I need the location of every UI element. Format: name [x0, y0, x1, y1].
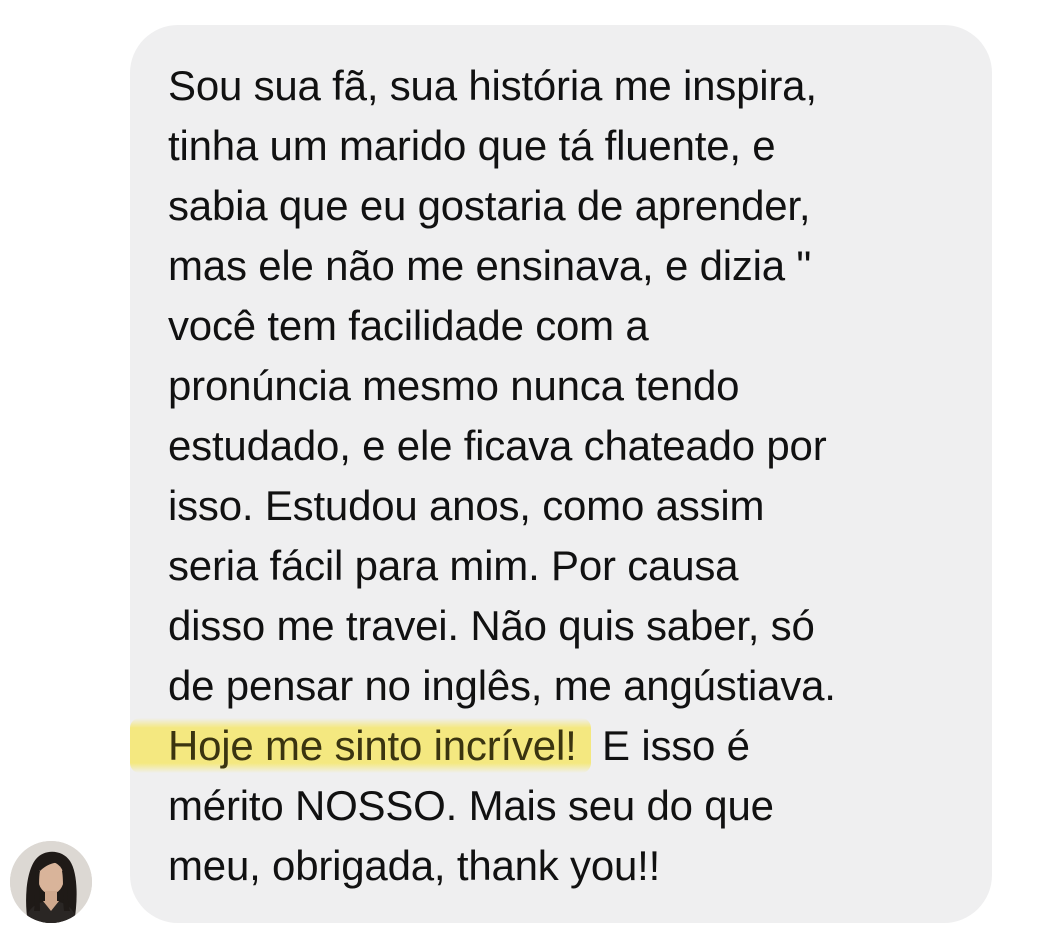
message-line: seria fácil para mim. Por causa	[168, 542, 739, 589]
message-line: estudado, e ele ficava chateado por	[168, 422, 827, 469]
message-line: Sou sua fã, sua história me inspira,	[168, 62, 817, 109]
message-text-after-highlight: E isso é	[590, 722, 750, 769]
message-text: Sou sua fã, sua história me inspira, tin…	[130, 56, 968, 896]
message-line: mas ele não me ensinava, e dizia "	[168, 242, 812, 289]
message-line: mérito NOSSO. Mais seu do que	[168, 782, 774, 829]
message-line: pronúncia mesmo nunca tendo	[168, 362, 740, 409]
message-line: sabia que eu gostaria de aprender,	[168, 182, 811, 229]
message-line-highlighted: Hoje me sinto incrível! E isso é	[130, 716, 968, 776]
message-line: você tem facilidade com a	[168, 302, 649, 349]
message-line: tinha um marido que tá fluente, e	[168, 122, 776, 169]
highlighted-text: Hoje me sinto incrível!	[130, 718, 591, 773]
message-line: isso. Estudou anos, como assim	[168, 482, 765, 529]
profile-photo-icon	[10, 841, 92, 923]
message-line: de pensar no inglês, me angústiava.	[168, 662, 836, 709]
sender-avatar[interactable]	[10, 841, 92, 923]
message-line: meu, obrigada, thank you!!	[168, 842, 661, 889]
message-line: disso me travei. Não quis saber, só	[168, 602, 815, 649]
chat-screen: Sou sua fã, sua história me inspira, tin…	[0, 0, 1063, 939]
